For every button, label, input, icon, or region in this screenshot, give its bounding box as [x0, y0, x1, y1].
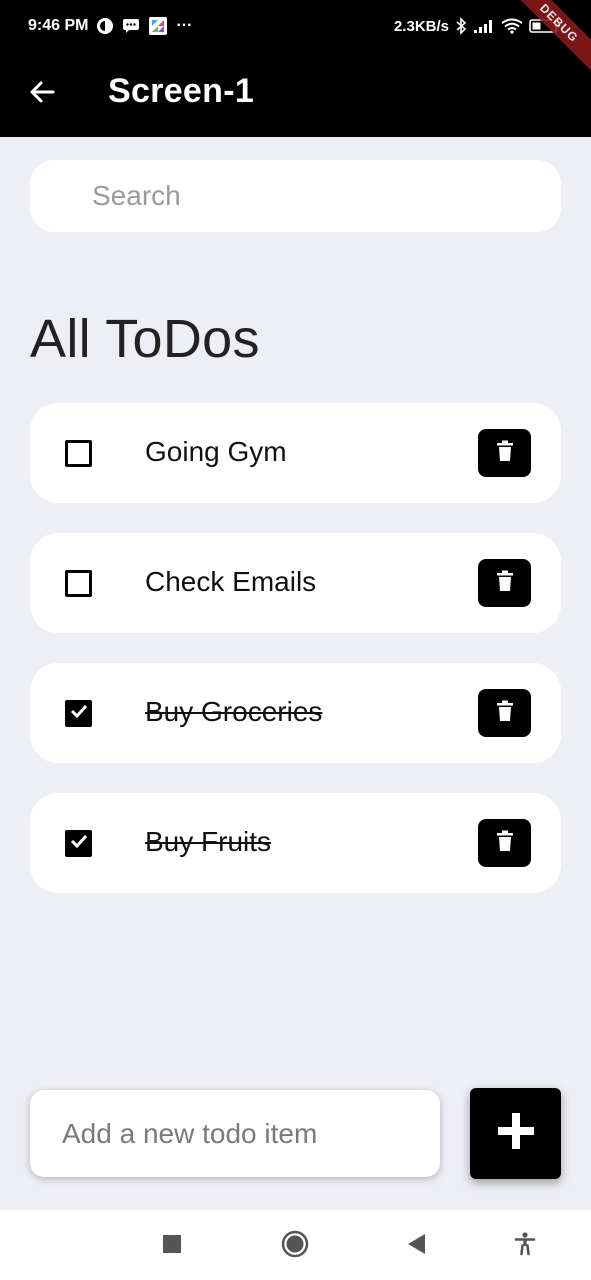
delete-button[interactable] — [478, 429, 531, 477]
system-nav-bar — [0, 1210, 591, 1280]
accessibility-icon — [514, 1231, 536, 1261]
network-speed: 2.3KB/s — [393, 17, 449, 35]
search-input[interactable] — [90, 179, 561, 213]
add-todo-input[interactable] — [60, 1116, 440, 1151]
trash-icon — [496, 700, 514, 727]
todo-checkbox[interactable] — [65, 440, 92, 467]
search-box[interactable] — [30, 160, 561, 232]
back-button[interactable] — [22, 74, 62, 114]
message-notification-icon — [122, 18, 140, 34]
delete-button[interactable] — [478, 559, 531, 607]
arrow-left-icon — [28, 78, 56, 111]
wifi-icon — [501, 18, 523, 34]
delete-button[interactable] — [478, 689, 531, 737]
square-icon — [163, 1234, 181, 1258]
todo-checkbox[interactable] — [65, 570, 92, 597]
circle-icon — [281, 1230, 309, 1263]
triangle-left-icon — [406, 1233, 426, 1260]
home-button[interactable] — [277, 1228, 313, 1264]
accessibility-button[interactable] — [507, 1228, 543, 1264]
todo-text: Going Gym — [145, 436, 287, 467]
page-title: Screen-1 — [108, 72, 255, 110]
todo-item[interactable]: Buy Fruits — [30, 793, 561, 893]
status-time: 9:46 PM — [28, 17, 89, 34]
delete-button[interactable] — [478, 819, 531, 867]
app-bar: Screen-1 — [0, 52, 591, 137]
section-title: All ToDos — [30, 309, 260, 369]
checkmark-icon — [69, 831, 89, 856]
status-right: 2.3KB/s — [394, 17, 563, 35]
status-left: 9:46 PM ··· — [28, 16, 192, 36]
todo-item[interactable]: Check Emails — [30, 533, 561, 633]
todo-checkbox[interactable] — [65, 700, 92, 727]
todo-text: Buy Groceries — [145, 696, 323, 727]
trash-icon — [496, 440, 514, 467]
trash-icon — [496, 830, 514, 857]
add-todo-box[interactable] — [30, 1090, 440, 1177]
nav-back-button[interactable] — [398, 1228, 434, 1264]
todo-checkbox[interactable] — [65, 830, 92, 857]
checkmark-icon — [69, 701, 89, 726]
todo-text: Buy Fruits — [145, 826, 272, 857]
todo-list: Going Gym Check Emails Buy Groceries Buy… — [30, 403, 561, 923]
todo-text: Check Emails — [145, 566, 317, 597]
more-notifications: ··· — [176, 17, 193, 34]
todo-item[interactable]: Buy Groceries — [30, 663, 561, 763]
trash-icon — [496, 570, 514, 597]
signal-icon — [473, 18, 495, 34]
app-notification-icon — [96, 17, 114, 35]
todo-item[interactable]: Going Gym — [30, 403, 561, 503]
plus-icon — [496, 1111, 536, 1156]
add-todo-button[interactable] — [470, 1088, 561, 1179]
bluetooth-icon — [455, 17, 467, 35]
recents-button[interactable] — [154, 1228, 190, 1264]
flutter-app-icon — [148, 16, 168, 36]
status-bar: 9:46 PM ··· 2.3KB/s — [0, 0, 591, 52]
